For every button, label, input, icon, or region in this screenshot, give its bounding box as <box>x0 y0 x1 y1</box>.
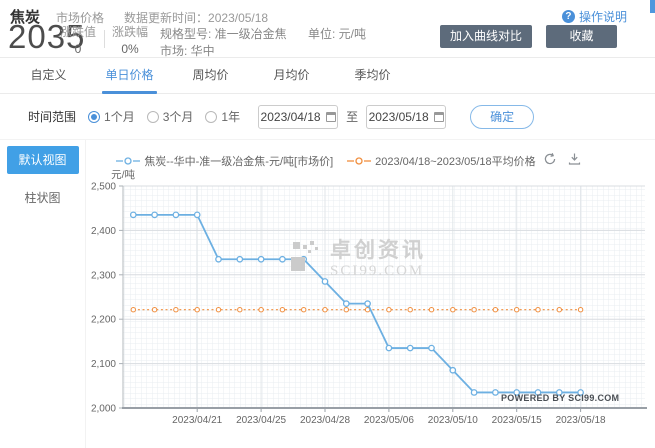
page: 焦炭 市场价格 数据更新时间：2023/05/18 2035 涨跌值 0 涨跌幅… <box>0 0 655 448</box>
help-label: 操作说明 <box>579 8 627 25</box>
sidebar-item-0[interactable]: 默认视图 <box>7 146 79 174</box>
tab-3[interactable]: 月均价 <box>251 58 332 93</box>
header-buttons: 加入曲线对比 收藏 <box>440 25 617 48</box>
confirm-button[interactable]: 确定 <box>470 105 534 129</box>
legend-marker-icon <box>347 156 371 166</box>
change-value-block: 涨跌值 0 <box>60 25 96 57</box>
tab-2[interactable]: 周均价 <box>170 58 251 93</box>
unit-label: 单位: 元/吨 <box>308 27 366 41</box>
svg-text:元/吨: 元/吨 <box>111 168 135 181</box>
filter-row: 时间范围 1个月 3个月 1年 2023/04/18 至 2023/05/18 确定 <box>0 94 655 140</box>
download-icon[interactable] <box>568 152 581 166</box>
view-sidebar: 默认视图柱状图 <box>0 140 86 448</box>
calendar-icon <box>326 112 336 122</box>
legend-label: 2023/04/18~2023/05/18平均价格 <box>375 153 536 169</box>
start-date-input[interactable]: 2023/04/18 <box>258 105 338 129</box>
favorite-button[interactable]: 收藏 <box>546 25 617 48</box>
refresh-icon[interactable] <box>543 152 557 166</box>
chart-legend: 焦炭--华中-准一级冶金焦-元/吨[市场价] 2023/04/18~2023/05… <box>86 153 566 169</box>
svg-text:2023/04/25: 2023/04/25 <box>236 415 286 426</box>
spec-label: 规格型号: 准一级冶金焦 <box>160 27 287 41</box>
svg-text:2,000: 2,000 <box>91 404 116 415</box>
tab-0[interactable]: 自定义 <box>8 58 89 93</box>
svg-text:2023/05/18: 2023/05/18 <box>556 415 606 426</box>
header: 焦炭 市场价格 数据更新时间：2023/05/18 2035 涨跌值 0 涨跌幅… <box>0 0 655 58</box>
divider <box>104 30 105 48</box>
time-range-label: 时间范围 <box>28 108 76 125</box>
end-date-value: 2023/05/18 <box>369 110 429 124</box>
change-pct: 0% <box>112 42 148 57</box>
legend-item-1[interactable]: 2023/04/18~2023/05/18平均价格 <box>347 153 536 169</box>
svg-text:2023/05/15: 2023/05/15 <box>492 415 542 426</box>
spec-block: 规格型号: 准一级冶金焦 单位: 元/吨 市场: 华中 <box>160 26 366 60</box>
calendar-icon <box>434 112 444 122</box>
add-curve-compare-button[interactable]: 加入曲线对比 <box>440 25 532 48</box>
svg-text:2023/05/06: 2023/05/06 <box>364 415 414 426</box>
sidebar-item-1[interactable]: 柱状图 <box>7 184 79 212</box>
period-options: 1个月 3个月 1年 <box>88 108 252 125</box>
legend-marker-icon <box>116 156 140 166</box>
radio-period-1[interactable]: 3个月 <box>147 108 194 125</box>
svg-text:2023/05/10: 2023/05/10 <box>428 415 478 426</box>
change-value-label: 涨跌值 <box>60 25 96 40</box>
scrollbar-thumb[interactable] <box>650 0 655 13</box>
chart-toolbar <box>543 152 581 166</box>
powered-by-label: POWERED BY SCI99.COM <box>501 393 619 403</box>
svg-text:2,500: 2,500 <box>91 182 116 193</box>
radio-icon <box>88 111 100 123</box>
radio-period-0[interactable]: 1个月 <box>88 108 135 125</box>
svg-text:2,300: 2,300 <box>91 270 116 281</box>
change-value: 0 <box>60 42 96 57</box>
to-label: 至 <box>346 108 358 125</box>
end-date-input[interactable]: 2023/05/18 <box>366 105 446 129</box>
tab-4[interactable]: 季均价 <box>332 58 413 93</box>
svg-text:2023/04/21: 2023/04/21 <box>172 415 222 426</box>
radio-icon <box>147 111 159 123</box>
help-link[interactable]: ? 操作说明 <box>562 8 627 25</box>
svg-text:2,400: 2,400 <box>91 226 116 237</box>
start-date-value: 2023/04/18 <box>261 110 321 124</box>
change-pct-label: 涨跌幅 <box>112 25 148 40</box>
legend-label: 焦炭--华中-准一级冶金焦-元/吨[市场价] <box>144 153 333 169</box>
update-time-label: 数据更新时间： <box>124 11 208 25</box>
svg-text:2023/04/28: 2023/04/28 <box>300 415 350 426</box>
svg-text:2,100: 2,100 <box>91 359 116 370</box>
chart-region: 焦炭--华中-准一级冶金焦-元/吨[市场价] 2023/04/18~2023/05… <box>86 140 655 448</box>
tab-bar: 自定义单日价格周均价月均价季均价 <box>0 58 655 94</box>
change-pct-block: 涨跌幅 0% <box>112 25 148 57</box>
svg-text:2,200: 2,200 <box>91 315 116 326</box>
radio-period-2[interactable]: 1年 <box>205 108 240 125</box>
update-time: 数据更新时间：2023/05/18 <box>124 9 268 26</box>
tab-1[interactable]: 单日价格 <box>89 58 170 93</box>
radio-icon <box>205 111 217 123</box>
update-time-value: 2023/05/18 <box>208 11 268 25</box>
question-circle-icon: ? <box>562 10 575 23</box>
legend-item-0[interactable]: 焦炭--华中-准一级冶金焦-元/吨[市场价] <box>116 153 333 169</box>
